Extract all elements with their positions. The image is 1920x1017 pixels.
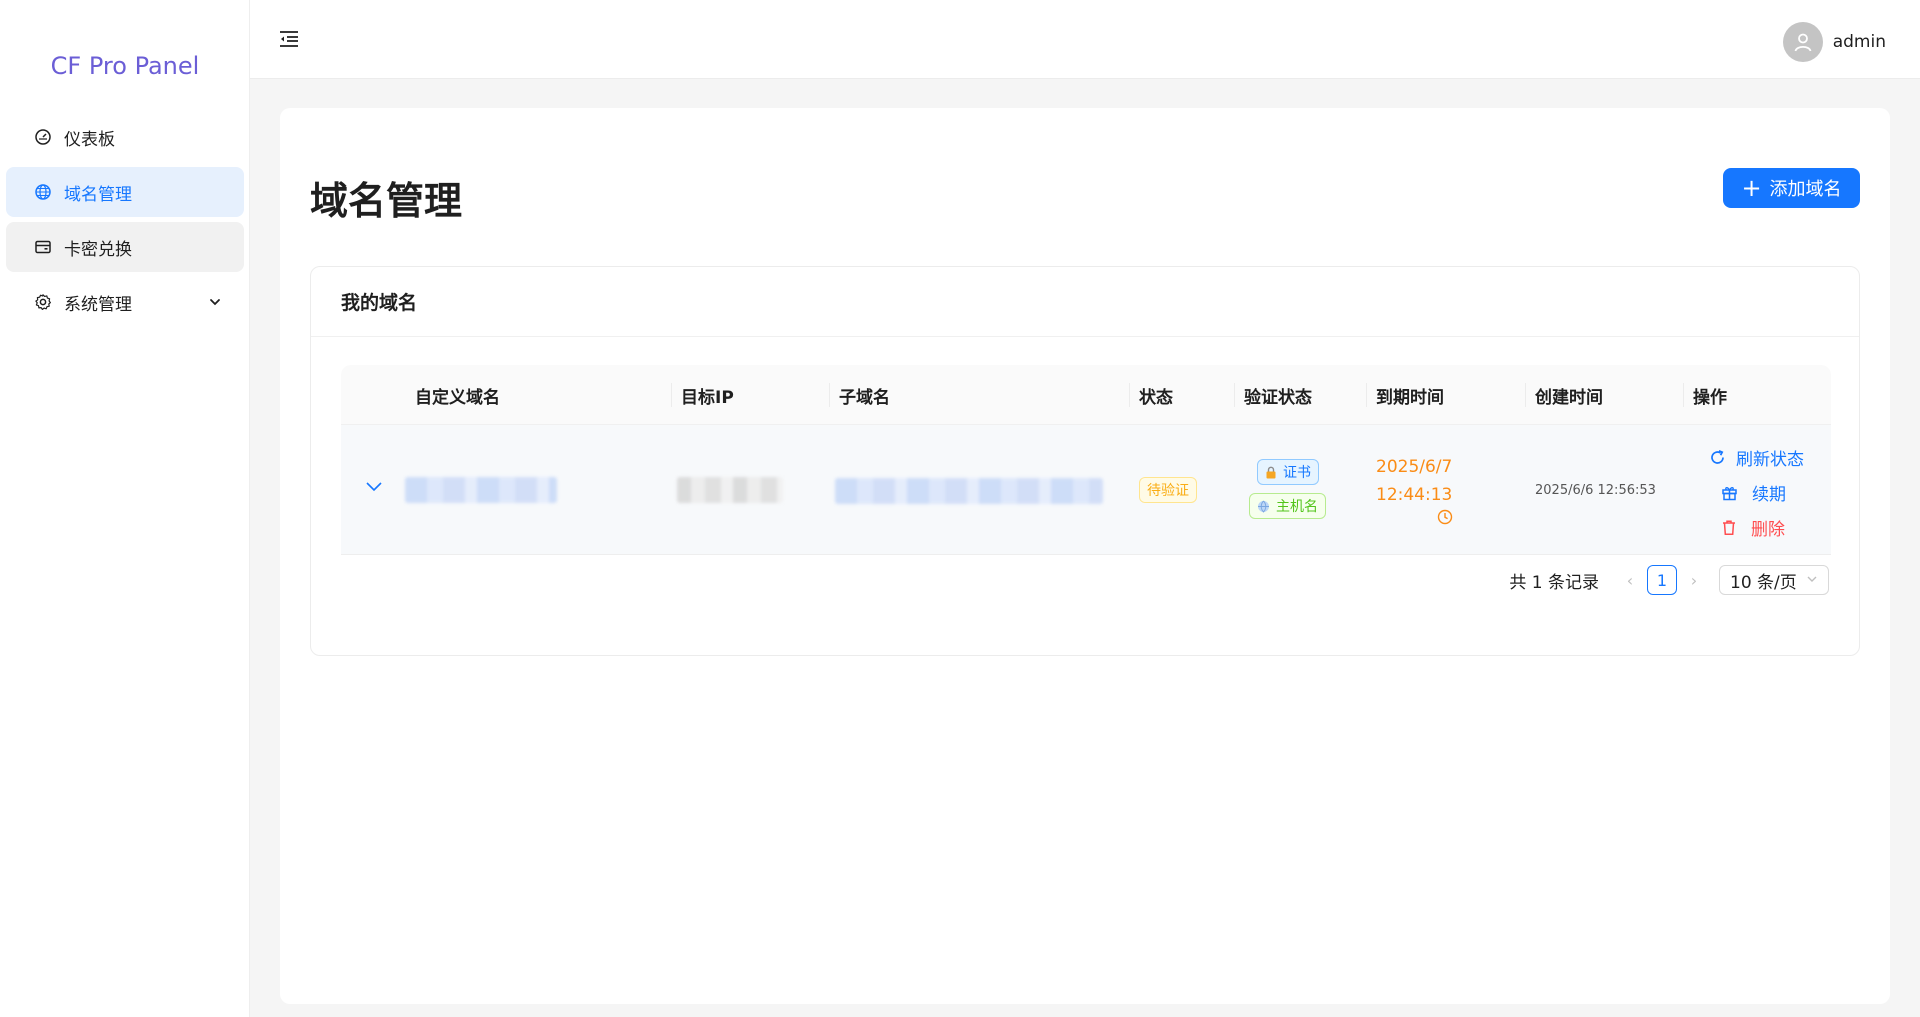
column-divider: [671, 383, 672, 407]
sidebar-menu: 仪表板 域名管理 卡密兑换 系统管理: [6, 112, 244, 332]
next-page-icon[interactable]: ›: [1681, 571, 1707, 590]
column-header-expire-time[interactable]: 到期时间: [1376, 383, 1444, 408]
renew-button[interactable]: 续期: [1721, 480, 1786, 505]
column-divider: [829, 383, 830, 407]
column-divider: [1525, 383, 1526, 407]
username[interactable]: admin: [1833, 32, 1886, 52]
status-badge: 待验证: [1139, 477, 1197, 503]
clock-icon: [1437, 509, 1453, 529]
dashboard-icon: [34, 128, 52, 146]
domain-card: 我的域名 自定义域名 目标IP 子域名 状态 验证状态 到期时间 创建时间 操作: [310, 266, 1860, 656]
delete-button[interactable]: 删除: [1721, 515, 1785, 540]
expire-clock-time: 12:44:13: [1376, 485, 1453, 505]
sidebar: CF Pro Panel 仪表板 域名管理 卡密兑换 系统管理: [0, 0, 250, 1017]
column-divider: [1129, 383, 1130, 407]
status-tag: 待验证: [1139, 477, 1197, 503]
page-number-current[interactable]: 1: [1647, 565, 1677, 595]
refresh-status-button[interactable]: 刷新状态: [1709, 445, 1804, 470]
user-menu[interactable]: admin: [1782, 22, 1886, 62]
gift-icon: [1721, 484, 1738, 501]
trash-icon: [1721, 519, 1737, 536]
column-header-verify-status[interactable]: 验证状态: [1244, 383, 1312, 408]
sidebar-item-label: 系统管理: [64, 294, 132, 315]
page-size-select[interactable]: 10 条/页: [1719, 565, 1829, 595]
chevron-down-icon: [208, 294, 222, 314]
total-records: 共 1 条记录: [1509, 572, 1599, 593]
sidebar-item-label: 域名管理: [64, 184, 132, 205]
add-domain-button[interactable]: + 添加域名: [1723, 168, 1860, 208]
main-content: 域名管理 + 添加域名 我的域名 自定义域名 目标IP 子域名 状态 验证状态 …: [280, 108, 1890, 1004]
domain-table: 自定义域名 目标IP 子域名 状态 验证状态 到期时间 创建时间 操作 待验证 …: [341, 365, 1831, 555]
delete-label: 删除: [1751, 520, 1785, 540]
column-header-subdomain[interactable]: 子域名: [839, 383, 890, 408]
sidebar-item-system[interactable]: 系统管理: [6, 277, 244, 327]
column-divider: [1234, 383, 1235, 407]
column-divider: [1366, 383, 1367, 407]
custom-domain-redacted: [405, 477, 557, 503]
column-header-status[interactable]: 状态: [1139, 383, 1173, 408]
brand-logo[interactable]: CF Pro Panel: [0, 52, 250, 80]
verify-cert-badge: 证书: [1257, 459, 1319, 485]
table-header: 自定义域名 目标IP 子域名 状态 验证状态 到期时间 创建时间 操作: [341, 365, 1831, 425]
refresh-icon: [1709, 449, 1726, 466]
column-header-custom-domain[interactable]: 自定义域名: [415, 383, 500, 408]
created-time: 2025/6/6 12:56:53: [1535, 483, 1656, 498]
card-title: 我的域名: [311, 267, 1859, 337]
sidebar-item-domains[interactable]: 域名管理: [6, 167, 244, 217]
expand-row-icon[interactable]: [365, 479, 383, 498]
column-header-target-ip[interactable]: 目标IP: [681, 383, 734, 408]
menu-fold-icon[interactable]: [278, 28, 300, 54]
top-header: admin: [250, 0, 1920, 79]
pagination: 共 1 条记录 ‹ 1 › 10 条/页: [1509, 565, 1829, 595]
expire-date: 2025/6/7: [1376, 457, 1453, 477]
subdomain-redacted: [835, 478, 1103, 504]
add-domain-label: 添加域名: [1769, 179, 1842, 200]
target-ip-redacted: [677, 477, 783, 503]
page-size-value: 10 条/页: [1730, 572, 1797, 593]
table-row: 待验证 证书 主机名 2025/6/7 12:44:13 2025/6/6 12…: [341, 425, 1831, 555]
column-header-created-time[interactable]: 创建时间: [1535, 383, 1603, 408]
column-header-actions: 操作: [1693, 388, 1727, 408]
avatar[interactable]: [1782, 22, 1823, 62]
globe-icon: [1257, 500, 1270, 513]
lock-icon: [1265, 466, 1277, 479]
column-divider: [1683, 383, 1684, 407]
prev-page-icon[interactable]: ‹: [1617, 571, 1643, 590]
chevron-down-icon: [1806, 570, 1818, 590]
sidebar-item-dashboard[interactable]: 仪表板: [6, 112, 244, 162]
verify-cert-label: 证书: [1283, 465, 1311, 481]
sidebar-item-label: 仪表板: [64, 129, 115, 150]
verify-host-label: 主机名: [1276, 499, 1318, 515]
page-title: 域名管理: [310, 179, 463, 223]
renew-label: 续期: [1752, 485, 1786, 505]
sidebar-item-label: 卡密兑换: [64, 239, 132, 260]
plus-icon: +: [1741, 174, 1762, 202]
refresh-status-label: 刷新状态: [1736, 450, 1804, 470]
wallet-icon: [34, 238, 52, 256]
sidebar-item-card-redeem[interactable]: 卡密兑换: [6, 222, 244, 272]
globe-icon: [34, 183, 52, 201]
expire-time: 2025/6/7 12:44:13: [1376, 453, 1452, 509]
gear-icon: [34, 293, 52, 311]
verify-host-badge: 主机名: [1249, 493, 1326, 519]
